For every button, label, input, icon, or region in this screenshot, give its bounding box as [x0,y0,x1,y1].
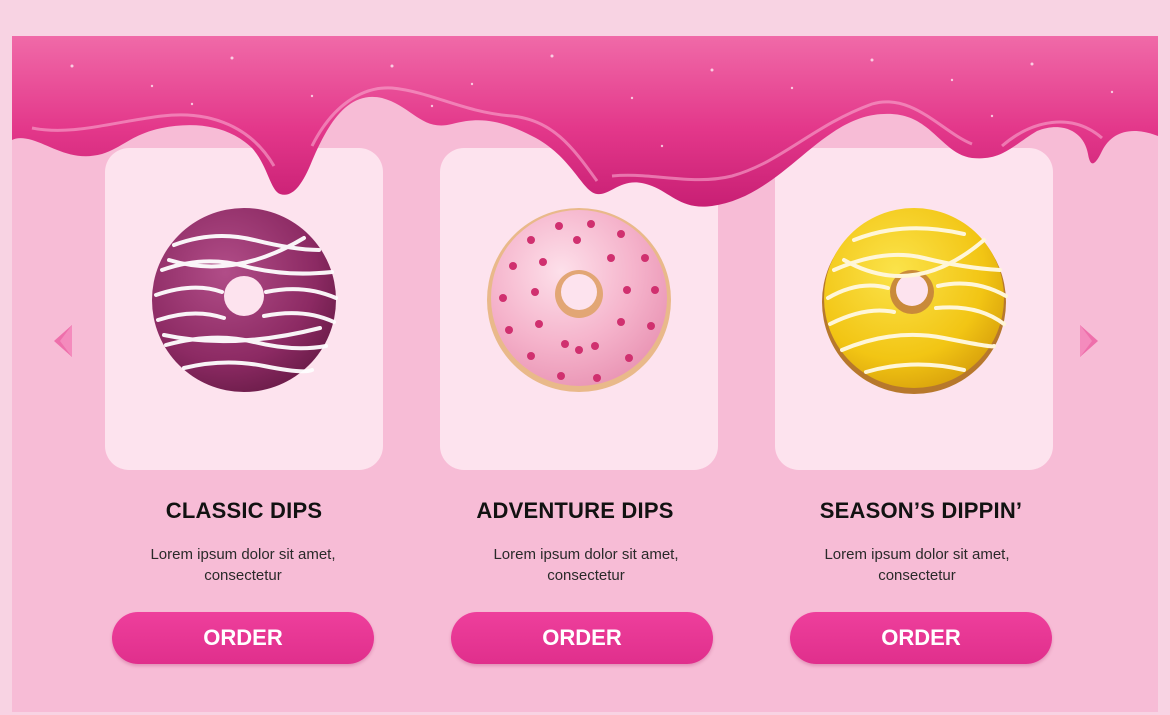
main-panel: CLASSIC DIPS ADVENTURE DIPS SEASON’S DIP… [12,36,1158,712]
product-title-classic-dips: CLASSIC DIPS [165,498,323,523]
product-description: Lorem ipsum dolor sit amet, consectetur [436,544,736,586]
product-title-adventure-dips: ADVENTURE DIPS [476,498,674,523]
description-line: Lorem ipsum dolor sit amet, [824,546,1010,563]
product-title-seasons-dippin: SEASON’S DIPPIN’ [819,498,1023,523]
description-line: Lorem ipsum dolor sit amet, [150,546,336,563]
order-button-adventure-dips[interactable]: ORDER [451,612,713,664]
carousel-prev-button[interactable] [50,321,80,361]
order-button-classic-dips[interactable]: ORDER [112,612,374,664]
icing-drip-banner [12,36,1158,207]
product-description: Lorem ipsum dolor sit amet, consectetur [767,544,1067,586]
description-line: consectetur [204,567,282,584]
description-line: consectetur [547,567,625,584]
description-line: consectetur [878,567,956,584]
product-description: Lorem ipsum dolor sit amet, consectetur [93,544,393,586]
description-line: Lorem ipsum dolor sit amet, [493,546,679,563]
order-button-seasons-dippin[interactable]: ORDER [790,612,1052,664]
carousel-next-button[interactable] [1074,321,1104,361]
